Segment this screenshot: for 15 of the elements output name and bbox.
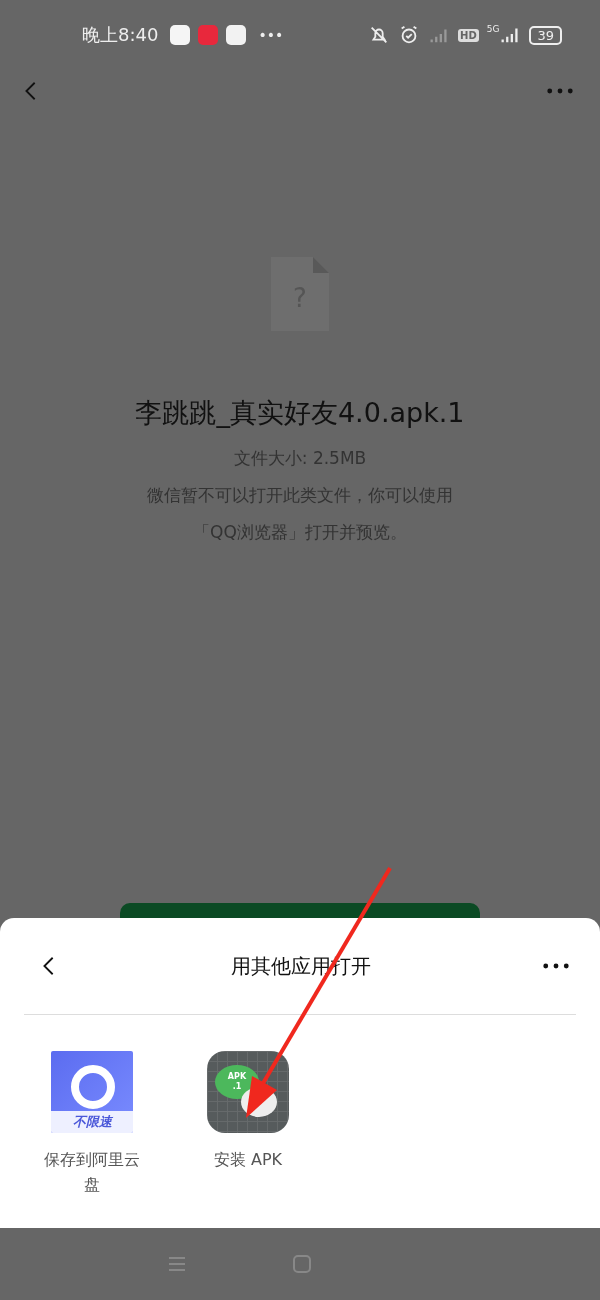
cloud-drive-app-icon[interactable]: 不限速 <box>51 1051 133 1133</box>
status-time: 晚上8:40 <box>82 23 159 47</box>
hd-badge: HD <box>458 28 479 42</box>
icon-label: .1 <box>232 1082 242 1092</box>
more-icon[interactable] <box>542 962 570 970</box>
battery-level: 39 <box>529 25 562 45</box>
icon-label: 不限速 <box>51 1111 133 1133</box>
app-label[interactable]: 安装 APK <box>213 1147 283 1172</box>
more-notifications-icon: ••• <box>258 27 284 43</box>
unknown-file-icon: ? <box>271 257 329 331</box>
app-icon <box>198 25 219 45</box>
app-label[interactable]: 保存到阿里云盘 <box>38 1147 146 1197</box>
file-name: 李跳跳_真实好友4.0.apk.1 <box>135 396 465 430</box>
network-label: 5G <box>486 24 500 34</box>
icon-label: APK <box>227 1072 247 1082</box>
